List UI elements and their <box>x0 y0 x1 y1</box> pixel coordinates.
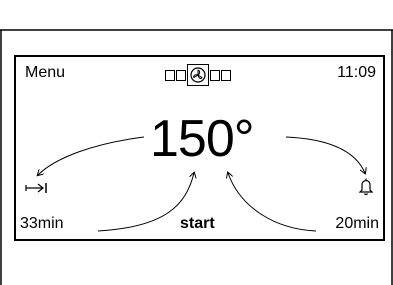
bell-icon <box>359 178 373 196</box>
start-button[interactable]: start <box>180 215 215 233</box>
duration-value[interactable]: 33min <box>20 215 64 233</box>
duration-arrow-icon <box>25 183 47 193</box>
oven-display-panel: Menu 11:09 150° 33min start 20min <box>14 55 385 241</box>
end-time-value[interactable]: 20min <box>335 215 379 233</box>
